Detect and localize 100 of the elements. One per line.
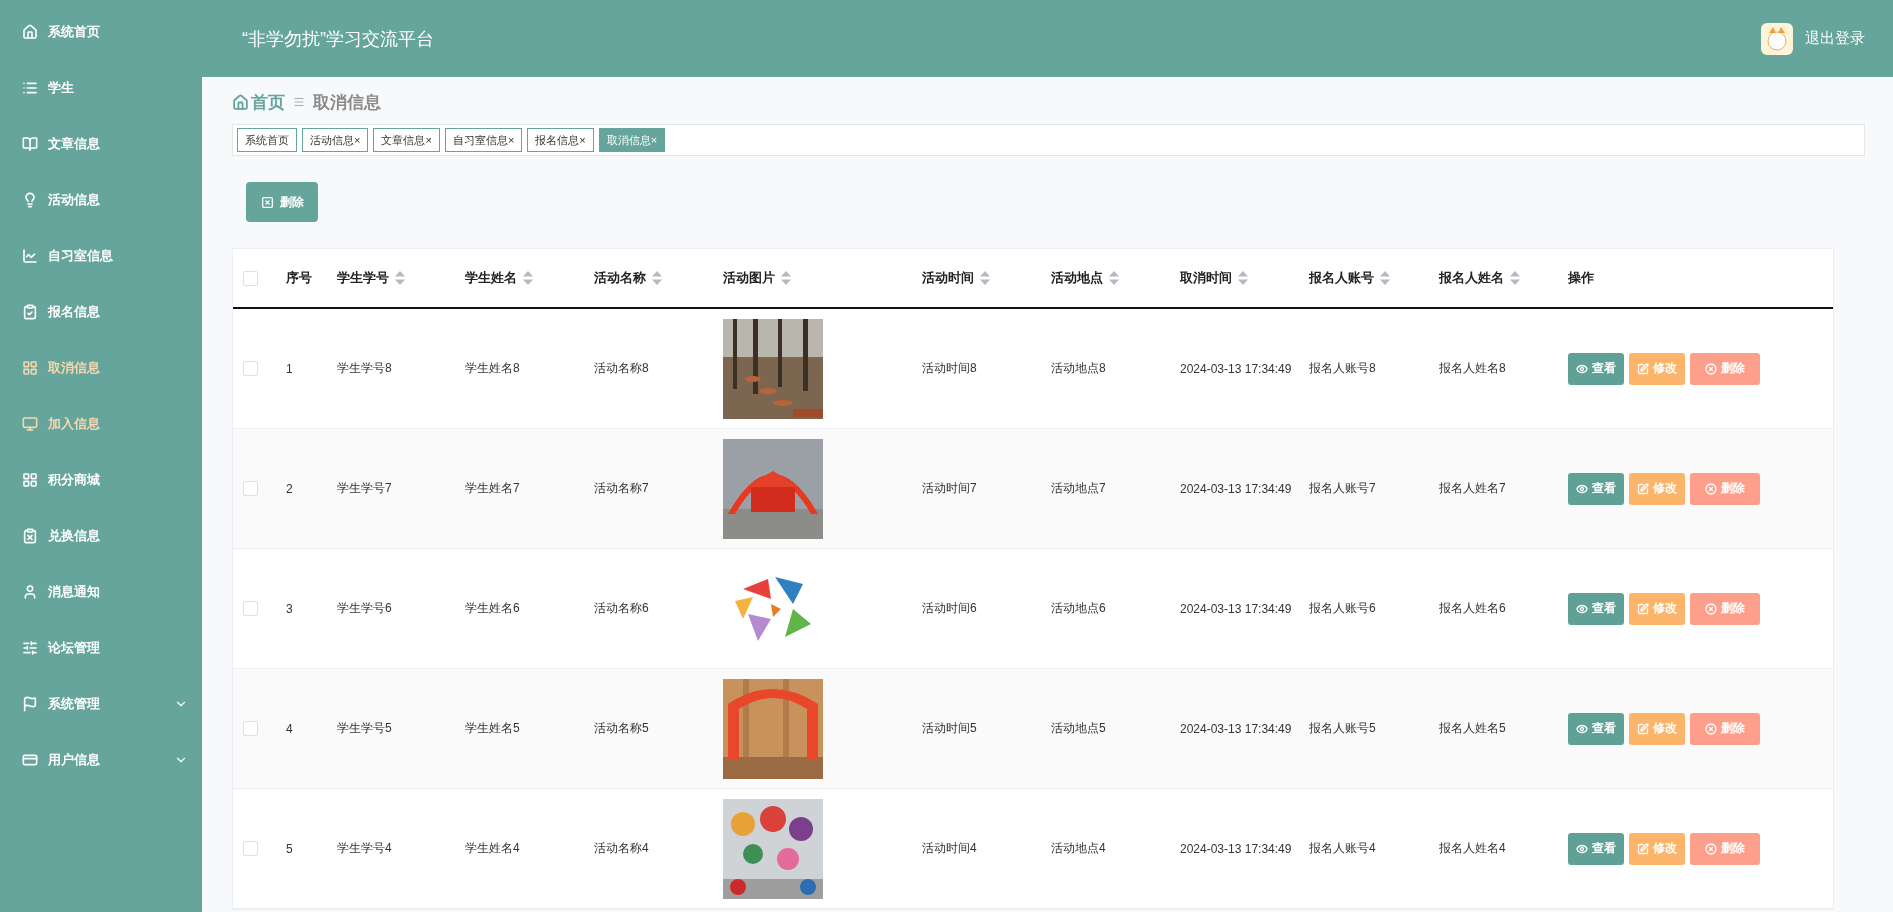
table-cell-text: 报名人账号8	[1308, 360, 1377, 377]
sidebar-item-label: 用户信息	[48, 751, 101, 769]
tab[interactable]: 文章信息×	[373, 128, 440, 152]
menu-item-icon	[22, 584, 38, 600]
table-cell-text: 活动时间6	[921, 600, 978, 617]
breadcrumb-home-link[interactable]: 首页	[232, 90, 285, 114]
table-cell-text: 活动名称7	[593, 480, 650, 497]
view-button[interactable]: 查看	[1568, 712, 1624, 745]
tab[interactable]: 取消信息×	[598, 128, 666, 152]
sidebar-item[interactable]: 兑换信息	[0, 508, 202, 564]
tab[interactable]: 系统首页	[237, 128, 297, 152]
menu-item-icon	[22, 472, 38, 488]
table-cell-text: 学生姓名8	[464, 360, 521, 377]
sort-icon[interactable]	[980, 271, 990, 285]
table-cell-text: 报名人账号7	[1308, 480, 1377, 497]
row-checkbox[interactable]	[243, 721, 258, 736]
column-header: 取消时间	[1180, 269, 1232, 287]
delete-button[interactable]: 删除	[1690, 832, 1760, 865]
eye-icon	[1576, 722, 1588, 735]
menu-item-icon	[22, 752, 38, 768]
circle-x-icon	[1705, 842, 1717, 855]
edit-button[interactable]: 修改	[1629, 592, 1685, 625]
table-cell-text: 活动时间7	[921, 480, 978, 497]
sidebar-item[interactable]: 论坛管理	[0, 620, 202, 676]
row-checkbox[interactable]	[243, 841, 258, 856]
delete-button[interactable]: 删除	[1690, 352, 1760, 385]
separator-icon	[293, 96, 305, 108]
table-cell-text: 报名人姓名8	[1438, 360, 1507, 377]
logout-link[interactable]: 退出登录	[1805, 29, 1865, 48]
table-cell-text: 报名人账号6	[1308, 600, 1377, 617]
sidebar-item[interactable]: 消息通知	[0, 564, 202, 620]
sidebar-item[interactable]: 自习室信息	[0, 228, 202, 284]
sort-icon[interactable]	[781, 271, 791, 285]
menu-item-icon	[22, 640, 38, 656]
sidebar-item[interactable]: 系统首页	[0, 4, 202, 60]
edit-button[interactable]: 修改	[1629, 832, 1685, 865]
view-button[interactable]: 查看	[1568, 472, 1624, 505]
table-cell-text: 3	[285, 601, 294, 616]
table-cell-text: 活动名称8	[593, 360, 650, 377]
tab[interactable]: 自习室信息×	[444, 128, 523, 152]
table-cell-text: 报名人姓名6	[1438, 600, 1507, 617]
row-checkbox[interactable]	[243, 601, 258, 616]
sidebar-item[interactable]: 用户信息	[0, 732, 202, 788]
menu-item-icon	[22, 696, 38, 712]
edit-button[interactable]: 修改	[1629, 352, 1685, 385]
row-checkbox[interactable]	[243, 361, 258, 376]
sidebar-item-label: 系统管理	[48, 695, 101, 713]
sidebar-item[interactable]: 取消信息	[0, 340, 202, 396]
table-cell-text: 活动地点4	[1050, 840, 1107, 857]
sidebar-item[interactable]: 加入信息	[0, 396, 202, 452]
sidebar-item[interactable]: 活动信息	[0, 172, 202, 228]
sidebar-item[interactable]: 文章信息	[0, 116, 202, 172]
view-button[interactable]: 查看	[1568, 352, 1624, 385]
circle-x-icon	[1705, 362, 1717, 375]
view-button[interactable]: 查看	[1568, 592, 1624, 625]
table-cell-text: 活动地点8	[1050, 360, 1107, 377]
avatar-icon[interactable]	[1761, 22, 1793, 55]
select-all-checkbox[interactable]	[243, 270, 258, 286]
edit-button[interactable]: 修改	[1629, 472, 1685, 505]
row-checkbox[interactable]	[243, 481, 258, 496]
table-cell-text: 学生姓名4	[464, 840, 521, 857]
sidebar-item-label: 活动信息	[48, 191, 101, 209]
table-cell-text: 活动名称4	[593, 840, 650, 857]
square-x-icon	[260, 195, 274, 209]
table-cell-text: 2024-03-13 17:34:49	[1179, 601, 1293, 616]
circle-x-icon	[1705, 482, 1717, 495]
table-cell-text: 学生学号8	[336, 360, 393, 377]
pencil-icon	[1637, 722, 1649, 735]
edit-button[interactable]: 修改	[1629, 712, 1685, 745]
table-cell-text: 报名人账号5	[1308, 720, 1377, 737]
sort-icon[interactable]	[523, 271, 533, 285]
table-cell-text: 活动时间5	[921, 720, 978, 737]
sidebar-item[interactable]: 系统管理	[0, 676, 202, 732]
sidebar-item[interactable]: 学生	[0, 60, 202, 116]
pencil-icon	[1637, 482, 1649, 495]
table-cell-text: 报名人姓名5	[1438, 720, 1507, 737]
pencil-icon	[1637, 602, 1649, 615]
tab[interactable]: 活动信息×	[302, 128, 369, 152]
table-cell-text: 报名人姓名4	[1438, 840, 1507, 857]
menu-item-icon	[22, 360, 38, 376]
tab[interactable]: 报名信息×	[527, 128, 594, 152]
table-cell-text: 2024-03-13 17:34:49	[1179, 481, 1293, 496]
sort-icon[interactable]	[395, 271, 405, 285]
table-cell-text: 2024-03-13 17:34:49	[1179, 841, 1293, 856]
delete-button[interactable]: 删除	[1690, 712, 1760, 745]
sidebar-item[interactable]: 报名信息	[0, 284, 202, 340]
column-header: 活动名称	[594, 269, 646, 287]
delete-button[interactable]: 删除	[1690, 592, 1760, 625]
delete-button[interactable]: 删除	[1690, 472, 1760, 505]
sort-icon[interactable]	[1380, 271, 1390, 285]
sidebar-item[interactable]: 积分商城	[0, 452, 202, 508]
menu-item-icon	[22, 24, 38, 40]
view-button[interactable]: 查看	[1568, 832, 1624, 865]
sort-icon[interactable]	[652, 271, 662, 285]
sort-icon[interactable]	[1510, 271, 1520, 285]
menu-item-icon	[22, 192, 38, 208]
sort-icon[interactable]	[1238, 271, 1248, 285]
sort-icon[interactable]	[1109, 271, 1119, 285]
delete-button[interactable]: 删除	[246, 182, 318, 222]
column-header: 学生姓名	[465, 269, 517, 287]
